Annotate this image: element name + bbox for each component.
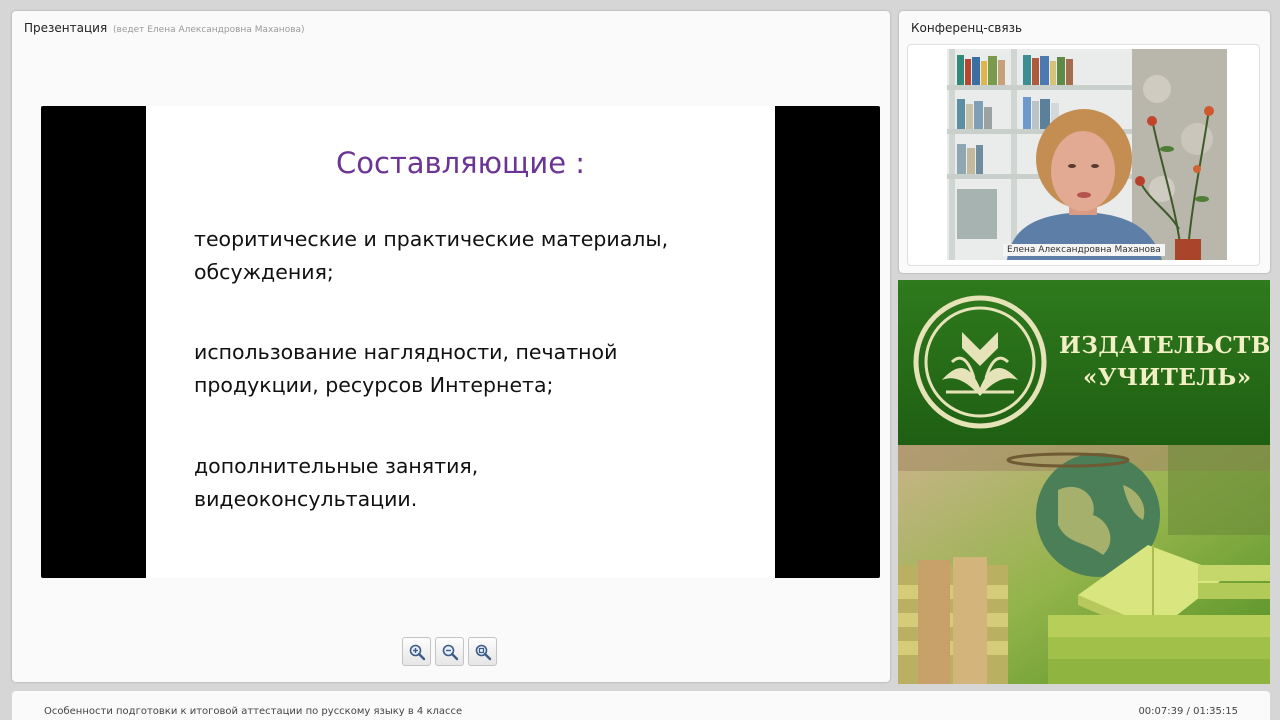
banner-image: [898, 445, 1270, 684]
zoom-out-icon: [442, 644, 458, 660]
playback-time: 00:07:39 / 01:35:15: [1138, 706, 1238, 717]
books-and-globe-image: [898, 445, 1270, 684]
conference-panel: Конференц-связь Елена Александровна Маха…: [899, 11, 1270, 273]
participant-name-tag: Елена Александровна Маханова: [1003, 244, 1165, 256]
zoom-out-button[interactable]: [435, 637, 464, 666]
lesson-title: Особенности подготовки к итоговой аттест…: [44, 706, 463, 717]
slide-viewport: Составляющие : теоритические и практичес…: [41, 106, 880, 578]
presentation-title: Презентация: [24, 21, 108, 35]
slide: Составляющие : теоритические и практичес…: [146, 106, 775, 578]
video-frame: Елена Александровна Маханова: [907, 44, 1260, 266]
presenter-label: (ведет Елена Александровна Маханова): [113, 25, 305, 35]
slide-bullet-3: дополнительные занятия, видеоконсультаци…: [194, 454, 479, 511]
publisher-name-line2: «УЧИТЕЛЬ»: [1083, 364, 1252, 391]
presentation-panel-header: Презентация (ведет Елена Александровна М…: [24, 21, 305, 35]
zoom-fit-icon: [475, 644, 491, 660]
publisher-name-line1: ИЗДАТЕЛЬСТВО: [1059, 332, 1270, 359]
webcam-video: Елена Александровна Маханова: [947, 49, 1227, 260]
publisher-logo-icon: [913, 295, 1047, 429]
presentation-panel: Презентация (ведет Елена Александровна М…: [12, 11, 890, 682]
slide-bullet-2: использование наглядности, печатной прод…: [194, 340, 618, 397]
webcam-image: [947, 49, 1227, 260]
banner-header: ИЗДАТЕЛЬСТВО «УЧИТЕЛЬ»: [898, 280, 1270, 445]
slide-heading: Составляющие :: [335, 146, 586, 180]
slide-bullet-1: теоритические и практические материалы, …: [194, 227, 669, 284]
conference-title: Конференц-связь: [911, 21, 1023, 35]
zoom-toolbar: [402, 637, 497, 666]
zoom-in-icon: [409, 644, 425, 660]
zoom-in-button[interactable]: [402, 637, 431, 666]
publisher-banner[interactable]: ИЗДАТЕЛЬСТВО «УЧИТЕЛЬ»: [898, 280, 1270, 684]
zoom-fit-button[interactable]: [468, 637, 497, 666]
footer-bar: Особенности подготовки к итоговой аттест…: [12, 691, 1270, 720]
